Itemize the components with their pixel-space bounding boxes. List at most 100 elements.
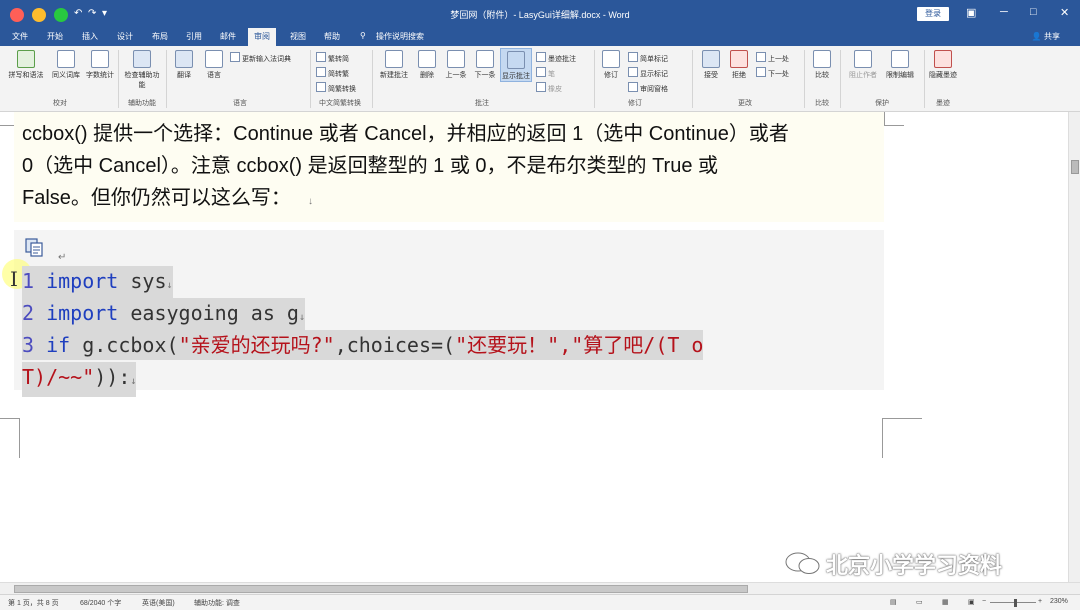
tab-view[interactable]: 视图: [290, 31, 306, 42]
document-area[interactable]: ccbox() 提供一个选择：Continue 或者 Cancel，并相应的返回…: [0, 112, 1080, 582]
language-button[interactable]: 语言: [200, 50, 228, 80]
track-changes-button[interactable]: 修订: [598, 50, 624, 80]
to-simplified-button[interactable]: 繁转简: [316, 52, 349, 64]
next-comment-label: 下一条: [474, 72, 496, 79]
tell-me-search[interactable]: 操作说明搜索: [376, 31, 424, 42]
thesaurus-button[interactable]: 同义词库: [48, 50, 84, 80]
code-keyword: import: [46, 301, 119, 325]
restrict-editing-button[interactable]: 限制编辑: [882, 50, 918, 80]
eraser-button[interactable]: 橡皮: [536, 82, 562, 94]
zoom-slider-thumb[interactable]: [1014, 599, 1017, 607]
to-traditional-button[interactable]: 简转繁: [316, 67, 349, 79]
zoom-slider[interactable]: [990, 602, 1036, 603]
horizontal-scroll-thumb[interactable]: [14, 585, 748, 593]
simple-markup-select[interactable]: 简单标记: [628, 52, 668, 64]
login-button[interactable]: 登录: [917, 7, 949, 21]
close-icon[interactable]: ✕: [1060, 6, 1069, 19]
zoom-in-icon[interactable]: +: [1038, 598, 1042, 605]
hide-ink-button[interactable]: 隐藏墨迹: [928, 50, 958, 80]
paragraph-mark: ↓: [166, 280, 173, 291]
code-line-3: 3 if g.ccbox("亲爱的还玩吗?",choices=("还要玩！","…: [22, 330, 704, 360]
person-icon: 👤: [1031, 32, 1044, 41]
group-tracking: 修订: [628, 100, 642, 107]
block-authors-icon: [854, 50, 872, 68]
tab-file[interactable]: 文件: [12, 31, 28, 42]
prev-comment-button[interactable]: 上一条: [442, 50, 470, 80]
zoom-level[interactable]: 230%: [1050, 598, 1068, 605]
next-comment-icon: [476, 50, 494, 68]
compare-button[interactable]: 比较: [808, 50, 836, 80]
thesaurus-label: 同义词库: [52, 72, 80, 79]
block-authors-button[interactable]: 阻止作者: [846, 50, 880, 80]
group-proofing: 校对: [53, 100, 67, 107]
delete-comment-label: 删除: [420, 72, 434, 79]
tab-help[interactable]: 帮助: [324, 31, 340, 42]
tab-home[interactable]: 开始: [47, 31, 63, 42]
paragraph-line: ccbox() 提供一个选择：Continue 或者 Cancel，并相应的返回…: [22, 123, 789, 145]
code-line-3-continued: T)/~~")):↓: [22, 362, 137, 397]
new-comment-button[interactable]: 新建批注: [376, 50, 412, 80]
show-comments-icon: [507, 51, 525, 69]
group-language: 语言: [233, 100, 247, 107]
reject-button[interactable]: 拒绝: [726, 50, 752, 80]
page-corner-marker: [884, 112, 904, 126]
page-corner-marker: [0, 418, 20, 458]
prev-change-button[interactable]: 上一处: [756, 52, 789, 64]
review-pane-dropdown[interactable]: 审阅窗格: [628, 82, 668, 94]
translate-label: 翻译: [177, 72, 191, 79]
share-button[interactable]: 👤 共享: [1032, 31, 1060, 42]
vertical-scroll-thumb[interactable]: [1071, 160, 1079, 174]
web-layout-icon[interactable]: ▣: [968, 598, 975, 606]
show-markup-dropdown[interactable]: 显示标记: [628, 67, 668, 79]
word-count-button[interactable]: 字数统计: [86, 50, 114, 80]
language-indicator[interactable]: 英语(美国): [142, 598, 175, 608]
zoom-out-icon[interactable]: −: [982, 598, 986, 605]
check-accessibility-button[interactable]: 检查辅助功能: [122, 50, 162, 90]
lock-icon: [891, 50, 909, 68]
show-comments-button[interactable]: 显示批注: [500, 48, 532, 82]
tab-insert[interactable]: 插入: [82, 31, 98, 42]
pen-button[interactable]: 笔: [536, 67, 555, 79]
ribbon-divider: [692, 50, 693, 108]
delete-comment-icon: [418, 50, 436, 68]
restrict-editing-label: 限制编辑: [886, 72, 914, 79]
tab-design[interactable]: 设计: [117, 31, 133, 42]
tab-review[interactable]: 审阅: [248, 28, 276, 46]
spelling-button[interactable]: 拼写和语法: [6, 50, 46, 80]
tab-references[interactable]: 引用: [186, 31, 202, 42]
ribbon-display-icon[interactable]: ▣: [966, 6, 976, 19]
focus-mode-icon[interactable]: ▤: [890, 598, 897, 606]
next-comment-button[interactable]: 下一条: [471, 50, 499, 80]
search-icon[interactable]: ⚲: [360, 31, 366, 40]
page-corner-marker: [882, 418, 922, 458]
page-count[interactable]: 第 1 页，共 8 页: [8, 598, 59, 608]
tab-mailings[interactable]: 邮件: [220, 31, 236, 42]
group-ink: 墨迹: [936, 100, 950, 107]
code-text: )):: [94, 365, 131, 389]
convert-button[interactable]: 简繁转换: [316, 82, 356, 94]
reject-label: 拒绝: [732, 72, 746, 79]
minimize-icon[interactable]: ─: [1000, 6, 1008, 18]
ink-comment-button[interactable]: 墨迹批注: [536, 52, 576, 64]
translate-button[interactable]: 翻译: [170, 50, 198, 80]
accessibility-status[interactable]: 辅助功能: 调查: [194, 598, 240, 608]
language-label: 语言: [207, 72, 221, 79]
print-layout-icon[interactable]: ▦: [942, 598, 949, 606]
restore-icon[interactable]: □: [1030, 6, 1037, 18]
read-mode-icon[interactable]: ▭: [916, 598, 923, 606]
horizontal-scrollbar[interactable]: [0, 582, 1080, 594]
abc-123-icon: [91, 50, 109, 68]
copy-icon[interactable]: [24, 237, 44, 257]
accept-button[interactable]: 接受: [698, 50, 724, 80]
word-count[interactable]: 68/2040 个字: [80, 598, 121, 608]
accept-label: 接受: [704, 72, 718, 79]
next-change-button[interactable]: 下一处: [756, 67, 789, 79]
tab-layout[interactable]: 布局: [152, 31, 168, 42]
update-ime-button[interactable]: 更新输入法词典: [230, 52, 291, 64]
spelling-icon: [17, 50, 35, 68]
vertical-scrollbar[interactable]: [1068, 112, 1080, 582]
hide-ink-label: 隐藏墨迹: [929, 72, 957, 79]
block-authors-label: 阻止作者: [849, 72, 877, 79]
delete-comment-button[interactable]: 删除: [414, 50, 440, 80]
ribbon-tabs: 文件 开始 插入 设计 布局 引用 邮件 审阅 视图 帮助 ⚲ 操作说明搜索 👤…: [0, 28, 1080, 46]
